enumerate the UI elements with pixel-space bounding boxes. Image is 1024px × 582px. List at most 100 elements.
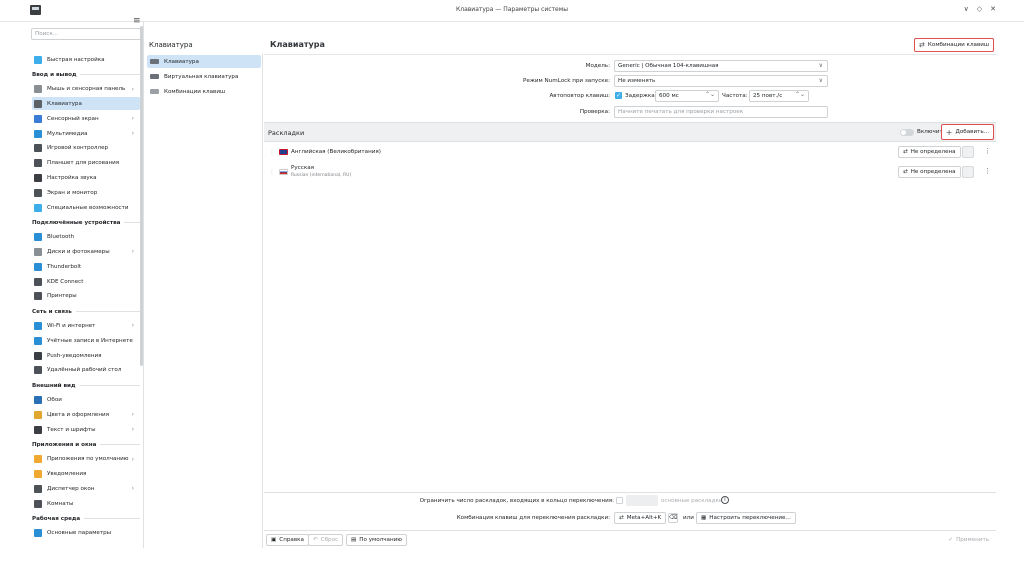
- reset-button[interactable]: ↶ Сброс: [308, 534, 344, 546]
- window-controls: ∨ ◇ ✕: [964, 5, 996, 13]
- switch-shortcut-button[interactable]: ⇄ Meta+Alt+K: [614, 512, 667, 524]
- defaults-label: По умолчанию: [359, 537, 402, 543]
- layout-row[interactable]: ⋮ Русская Russian (international, RU) ⇄ …: [264, 162, 996, 182]
- model-label: Модель:: [585, 63, 610, 69]
- chevron-down-icon: ∨: [818, 77, 823, 84]
- sidebar-item[interactable]: Thunderbolt: [32, 260, 140, 273]
- sidebar-item[interactable]: Принтеры: [32, 290, 140, 303]
- sidebar-section-label: Сеть и связь: [32, 308, 72, 315]
- chevron-right-icon: ›: [131, 248, 134, 256]
- sidebar-item[interactable]: Настройка звука: [32, 171, 140, 184]
- test-input[interactable]: Начните печатать для проверки настроек: [614, 106, 828, 118]
- configure-switch-button[interactable]: ▦ Настроить переключение...: [696, 512, 796, 524]
- sidebar-item[interactable]: Мышь и сенсорная панель ›: [32, 83, 140, 96]
- chevron-right-icon: ›: [131, 322, 134, 330]
- chevron-right-icon: ›: [131, 130, 134, 137]
- online-accounts-icon: [34, 336, 42, 345]
- gamepad-icon: [34, 144, 42, 153]
- switch-shortcut-value: Meta+Alt+K: [626, 515, 662, 521]
- sidebar-item[interactable]: Текст и шрифты ›: [32, 423, 140, 436]
- autorepeat-checkbox[interactable]: ✓ Задержка:: [615, 92, 657, 99]
- sidebar-item[interactable]: Обои: [32, 393, 140, 406]
- or-label: или: [683, 515, 694, 521]
- numlock-select[interactable]: Не изменять ∨: [614, 75, 828, 87]
- backspace-icon[interactable]: ⌫: [668, 513, 678, 523]
- sidebar-item[interactable]: Планшет для рисования: [32, 157, 140, 170]
- subnav-header: Клавиатура: [146, 36, 262, 54]
- keyboard-shortcuts-button[interactable]: ⇄ Комбинации клавиш: [914, 38, 994, 52]
- sidebar-item[interactable]: Удалённый рабочий стол: [32, 364, 140, 377]
- layout-shortcut-button[interactable]: ⇄ Не определена: [898, 146, 961, 158]
- delay-spinbox[interactable]: 600 мс ⌃⌄: [655, 90, 719, 102]
- sidebar-item[interactable]: Клавиатура: [32, 97, 140, 111]
- disk-icon: [34, 247, 42, 256]
- minimize-icon[interactable]: ∨: [964, 5, 969, 13]
- switch-label: Комбинация клавиш для переключения раскл…: [456, 515, 610, 521]
- spin-updown-icon: ⌃⌄: [794, 91, 805, 98]
- sidebar-item[interactable]: Быстрая настройка: [32, 53, 140, 66]
- enable-layouts-toggle[interactable]: [900, 129, 914, 136]
- title-bar: Клавиатура — Параметры системы ∨ ◇ ✕: [0, 0, 1024, 22]
- sidebar-item-label: Клавиатура: [47, 100, 82, 107]
- page-title: Клавиатура: [270, 40, 325, 49]
- sidebar-item[interactable]: Комнаты: [32, 497, 140, 510]
- sidebar-item-label: Специальные возможности: [47, 204, 129, 211]
- sidebar-item-label: Цвета и оформления: [47, 411, 110, 418]
- layout-shortcut-button[interactable]: ⇄ Не определена: [898, 166, 961, 178]
- maximize-icon[interactable]: ◇: [977, 5, 982, 13]
- sidebar-item[interactable]: Сенсорный экран ›: [32, 112, 140, 125]
- sidebar-item[interactable]: Основные параметры: [32, 527, 140, 540]
- defaults-button[interactable]: ▤ По умолчанию: [346, 534, 407, 546]
- swap-icon: ⇄: [903, 169, 908, 175]
- limit-checkbox[interactable]: [616, 497, 623, 504]
- model-select[interactable]: Generic | Обычная 104-клавишная ∨: [614, 60, 828, 72]
- sidebar-item-label: Мультимедиа: [47, 130, 88, 137]
- layout-shortcut-label: Не определена: [910, 169, 956, 175]
- help-button[interactable]: ▣ Справка: [266, 534, 309, 546]
- apply-button[interactable]: ✓ Применить: [943, 534, 994, 546]
- sidebar-item[interactable]: Цвета и оформления ›: [32, 408, 140, 421]
- virtual-keyboard-icon: [150, 74, 159, 79]
- drag-handle-icon[interactable]: ⋮: [269, 149, 275, 156]
- clear-shortcut-icon[interactable]: [962, 146, 974, 158]
- sidebar-item-label: Удалённый рабочий стол: [47, 367, 122, 374]
- sidebar-item[interactable]: Экран и монитор: [32, 186, 140, 199]
- subnav-item-virtual-keyboard[interactable]: Виртуальная клавиатура: [147, 70, 261, 83]
- sidebar-item-label: Планшет для рисования: [47, 160, 120, 167]
- subnav-item-keyboard[interactable]: Клавиатура: [147, 55, 261, 68]
- sidebar-item[interactable]: Специальные возможности: [32, 201, 140, 214]
- sidebar-item[interactable]: Приложения по умолчанию ›: [32, 453, 140, 466]
- subnav-item-shortcuts[interactable]: Комбинации клавиш: [147, 85, 261, 98]
- add-layout-button[interactable]: + Добавить...: [940, 124, 994, 140]
- touchscreen-icon: [34, 114, 42, 123]
- more-options-icon[interactable]: ⋮: [984, 147, 991, 155]
- sidebar-item[interactable]: Мультимедиа ›: [32, 127, 140, 140]
- sidebar-item[interactable]: Диски и фотокамеры ›: [32, 245, 140, 258]
- layout-row[interactable]: ⋮ Английская (Великобритания) ⇄ Не опред…: [264, 142, 996, 162]
- drag-handle-icon[interactable]: ⋮: [269, 169, 275, 176]
- sidebar-item[interactable]: Уведомления: [32, 467, 140, 480]
- sidebar-item[interactable]: KDE Connect: [32, 275, 140, 288]
- sidebar-item[interactable]: Bluetooth: [32, 231, 140, 244]
- sidebar-item[interactable]: Диспетчер окон ›: [32, 482, 140, 495]
- rate-spinbox[interactable]: 25 повт./с ⌃⌄: [749, 90, 809, 102]
- sidebar-item-label: Диски и фотокамеры: [47, 248, 110, 255]
- sidebar-item[interactable]: Учётные записи в Интернете: [32, 334, 140, 347]
- close-icon[interactable]: ✕: [990, 5, 996, 13]
- sidebar-item[interactable]: Wi-Fi и интернет ›: [32, 319, 140, 332]
- search-input[interactable]: Поиск...: [31, 28, 141, 40]
- sidebar-item[interactable]: Игровой контроллер: [32, 142, 140, 155]
- sidebar-item-label: Учётные записи в Интернете: [47, 337, 133, 344]
- info-icon[interactable]: i: [721, 496, 729, 504]
- sidebar-scrollbar[interactable]: [140, 26, 143, 366]
- clear-shortcut-icon[interactable]: [962, 166, 974, 178]
- sidebar-section-label: Ввод и вывод: [32, 71, 77, 78]
- chevron-right-icon: ›: [131, 115, 134, 123]
- hamburger-menu-icon[interactable]: ≡: [133, 16, 141, 26]
- sidebar-item[interactable]: Push-уведомления: [32, 349, 140, 362]
- sidebar-item-label: Экран и монитор: [47, 189, 98, 196]
- more-options-icon[interactable]: ⋮: [984, 167, 991, 175]
- speaker-icon: [34, 173, 42, 182]
- rate-label: Частота:: [722, 93, 748, 99]
- sidebar-item-label: Wi-Fi и интернет: [47, 322, 96, 329]
